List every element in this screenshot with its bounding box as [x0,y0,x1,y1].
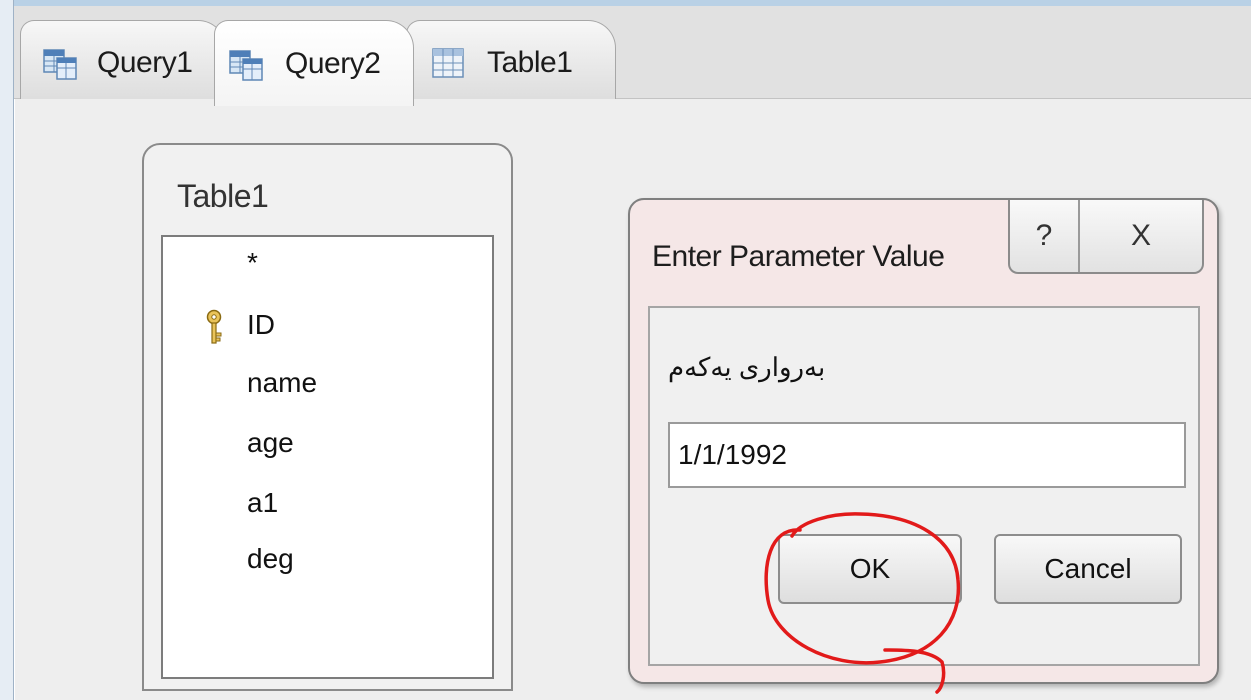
tab-table1[interactable]: Table1 [406,20,616,104]
query-icon [43,48,77,80]
help-button[interactable]: ? [1010,200,1080,272]
tab-label: Table1 [487,45,573,79]
primary-key-icon [206,309,222,344]
document-tab-strip: Query1 Query2 Table1 [14,6,1251,106]
ok-button[interactable]: OK [778,534,962,604]
dialog-body: بەرواری یەکەم OK Cancel [648,306,1200,666]
field-age[interactable]: age [247,427,294,459]
table-field-list[interactable]: Table1 * ID name age a1 deg [142,143,513,691]
field-all[interactable]: * [247,247,258,279]
tab-label: Query1 [97,45,193,79]
parameter-value-input[interactable] [668,422,1186,488]
field-id[interactable]: ID [247,309,275,341]
field-list-title: Table1 [177,178,269,214]
parameter-prompt: بەرواری یەکەم [668,352,826,382]
close-button[interactable]: X [1080,200,1202,272]
tab-query1[interactable]: Query1 [20,20,226,104]
field-a1[interactable]: a1 [247,487,278,519]
enter-parameter-dialog: Enter Parameter Value ? X بەرواری یەکەم … [628,198,1219,684]
tab-query2[interactable]: Query2 [214,20,414,106]
close-icon: X [1130,219,1151,252]
navigation-pane-edge [0,0,14,700]
tab-label: Query2 [285,46,381,80]
field-name[interactable]: name [247,367,317,399]
field-list-body[interactable]: * ID name age a1 deg [161,235,494,679]
dialog-title: Enter Parameter Value [652,240,945,273]
table-icon [432,47,464,78]
help-icon: ? [1035,219,1053,252]
cancel-button[interactable]: Cancel [994,534,1182,604]
field-deg[interactable]: deg [247,543,294,575]
dialog-caption-buttons: ? X [1008,200,1204,274]
query-icon [229,49,263,81]
